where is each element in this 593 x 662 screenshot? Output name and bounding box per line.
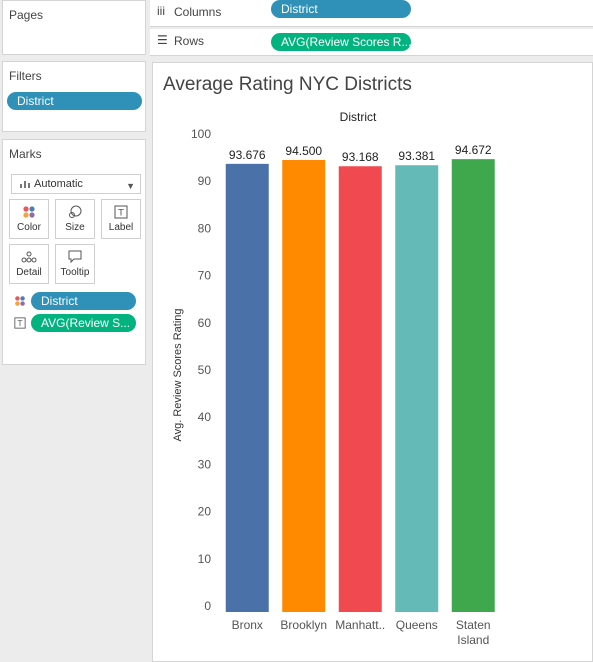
y-tick-label: 60 <box>198 316 212 330</box>
mark-type-label: Automatic <box>34 178 83 190</box>
color-dots-icon <box>14 295 26 310</box>
detail-icon <box>10 245 48 267</box>
y-tick-label: 40 <box>198 410 212 424</box>
y-tick-label: 30 <box>198 457 212 471</box>
svg-text:T: T <box>117 209 124 219</box>
y-tick-label: 90 <box>198 174 212 188</box>
label-button-label: Label <box>108 222 134 233</box>
y-axis-label: Avg. Review Scores Rating <box>172 308 184 441</box>
y-tick-label: 100 <box>191 127 211 141</box>
columns-shelf: iii Columns District <box>150 0 593 27</box>
rows-label: Rows <box>174 34 205 48</box>
marks-field-district[interactable]: District <box>31 292 136 310</box>
marks-card: Marks Automatic ▼ Color Size T Label Det… <box>2 139 146 365</box>
y-axis-ticks: 0 10 20 30 40 50 60 70 80 90 100 <box>191 127 211 613</box>
filters-title: Filters <box>9 69 42 83</box>
bar[interactable] <box>225 163 269 612</box>
color-button[interactable]: Color <box>9 199 49 239</box>
bar[interactable] <box>395 165 439 612</box>
marks-title: Marks <box>9 147 42 161</box>
bar[interactable] <box>338 166 382 612</box>
label-icon: T <box>102 200 140 222</box>
svg-text:T: T <box>17 319 23 328</box>
bar-value-label: 93.168 <box>342 150 379 164</box>
detail-button[interactable]: Detail <box>9 244 49 284</box>
chart-header: District <box>340 110 377 124</box>
rows-icon: ☰ <box>157 33 168 47</box>
columns-pill-district[interactable]: District <box>271 0 411 18</box>
tooltip-button[interactable]: Tooltip <box>55 244 95 284</box>
bars-group <box>225 159 495 612</box>
chart-card: District Avg. Review Scores Rating 0 10 20… <box>152 62 593 662</box>
filter-pill-district[interactable]: District <box>7 92 142 110</box>
columns-label: Columns <box>174 5 222 19</box>
label-icon: T <box>14 317 26 332</box>
bar-chart: District Avg. Review Scores Rating 0 10 20… <box>172 110 495 647</box>
color-dots-icon <box>10 200 48 222</box>
x-tick-label: Manhatt.. <box>335 618 385 632</box>
tooltip-button-label: Tooltip <box>60 267 90 278</box>
bar[interactable] <box>451 159 495 612</box>
x-axis-ticks: Bronx Brooklyn Manhatt.. Queens StatenIsland <box>232 618 491 647</box>
y-tick-label: 20 <box>198 505 212 519</box>
chart-title: Average Rating NYC Districts <box>163 74 412 95</box>
x-tick-label: Staten <box>456 618 491 632</box>
x-tick-label: Bronx <box>232 618 263 632</box>
y-tick-label: 0 <box>204 599 211 613</box>
y-tick-label: 10 <box>198 552 212 566</box>
x-tick-label: Queens <box>396 618 438 632</box>
bar-chart-icon <box>20 181 30 188</box>
bar[interactable] <box>282 159 326 612</box>
y-tick-label: 50 <box>198 363 212 377</box>
y-tick-label: 80 <box>198 221 212 235</box>
color-button-label: Color <box>17 222 41 233</box>
size-button[interactable]: Size <box>55 199 95 239</box>
bar-value-label: 93.381 <box>398 149 435 163</box>
bar-value-label: 93.676 <box>229 148 266 162</box>
x-tick-label: Island <box>457 633 489 647</box>
bar-value-label: 94.672 <box>455 143 492 157</box>
detail-button-label: Detail <box>16 267 42 278</box>
label-button[interactable]: T Label <box>101 199 141 239</box>
columns-icon: iii <box>157 4 165 18</box>
mark-type-dropdown[interactable]: Automatic ▼ <box>11 174 141 194</box>
chevron-down-icon: ▼ <box>126 181 135 191</box>
pages-title: Pages <box>9 8 44 22</box>
x-tick-label: Brooklyn <box>280 618 327 632</box>
tooltip-icon <box>56 245 94 267</box>
size-icon <box>56 200 94 222</box>
size-button-label: Size <box>65 222 85 233</box>
rows-shelf: ☰ Rows AVG(Review Scores R... <box>150 29 593 56</box>
rows-pill-avg-review[interactable]: AVG(Review Scores R... <box>271 33 411 51</box>
filters-card: Filters District <box>2 61 146 132</box>
marks-field-avg-review[interactable]: AVG(Review S... <box>31 314 136 332</box>
bar-value-label: 94.500 <box>285 144 322 158</box>
y-tick-label: 70 <box>198 269 212 283</box>
pages-card: Pages <box>2 0 146 55</box>
